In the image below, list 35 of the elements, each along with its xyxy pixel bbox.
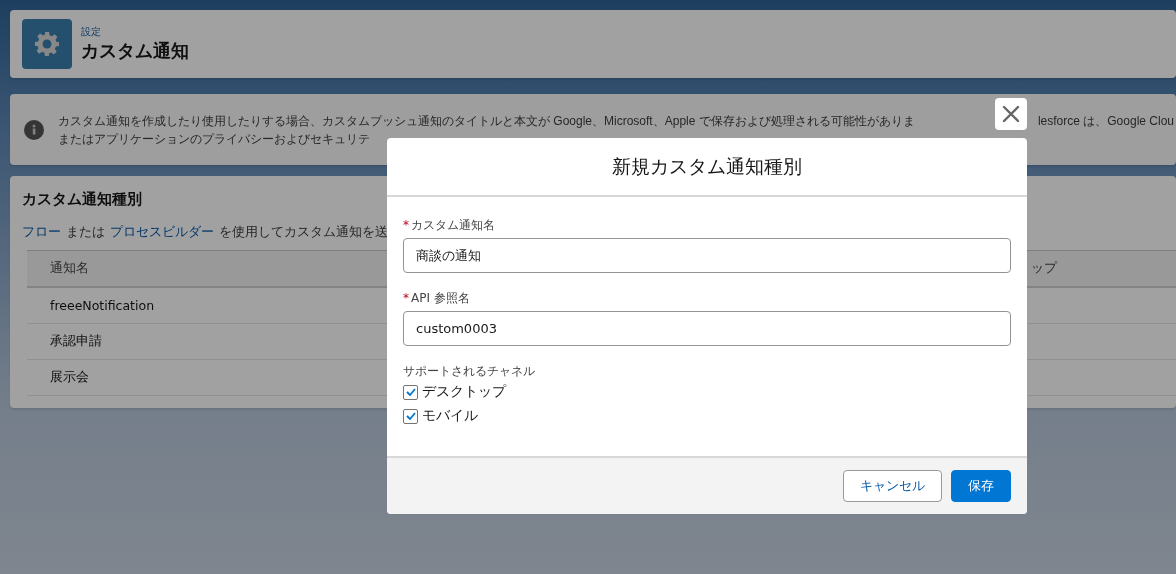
info-text: カスタム通知を作成したり使用したりする場合、カスタムプッシュ通知のタイトルと本文が Google、Microsoft、Apple で保存および処理される可能性がありま — [58, 112, 915, 129]
column-header: 通知名 — [49, 260, 90, 277]
checkbox[interactable] — [403, 408, 418, 424]
link[interactable]: フロー — [22, 223, 61, 241]
table-cell-text: freeeNotification — [49, 298, 156, 313]
checkbox[interactable] — [403, 384, 418, 400]
breadcrumb-link[interactable]: 設定 — [81, 25, 101, 39]
required-mark: * — [403, 218, 409, 232]
close-icon — [1002, 105, 1020, 123]
close-button[interactable] — [995, 98, 1027, 130]
checkbox-label: デスクトップ — [422, 383, 506, 401]
check-icon — [405, 388, 416, 396]
intro-text: または — [66, 223, 105, 241]
intro-text: を使用してカスタム通知を送 — [219, 223, 388, 241]
page-title: カスタム通知 — [81, 39, 189, 63]
field-label: API 参照名 — [411, 289, 470, 307]
check-icon — [405, 412, 416, 420]
group-label: サポートされるチャネル — [403, 363, 536, 380]
input-field[interactable]: custom0003 — [403, 311, 1011, 346]
section-title: カスタム通知種別 — [22, 190, 143, 209]
gear-icon — [33, 30, 61, 58]
input-field[interactable]: 商談の通知 — [403, 238, 1011, 273]
field-label: カスタム通知名 — [411, 216, 495, 234]
link[interactable]: プロセスビルダー — [110, 223, 214, 241]
table-cell-text: 展示会 — [49, 369, 90, 386]
info-icon — [24, 119, 44, 140]
save-button[interactable]: 保存 — [951, 470, 1011, 502]
checkbox-label: モバイル — [422, 407, 478, 425]
column-header: ップ — [1031, 260, 1057, 277]
table-cell-text: 承認申請 — [49, 333, 103, 350]
info-text: lesforce は、Google Clou — [1037, 112, 1175, 129]
modal-title: 新規カスタム通知種別 — [612, 153, 802, 179]
required-mark: * — [403, 291, 409, 305]
cancel-button[interactable]: キャンセル — [843, 470, 942, 502]
info-text: またはアプリケーションのプライバシーおよびセキュリテ — [58, 130, 370, 147]
